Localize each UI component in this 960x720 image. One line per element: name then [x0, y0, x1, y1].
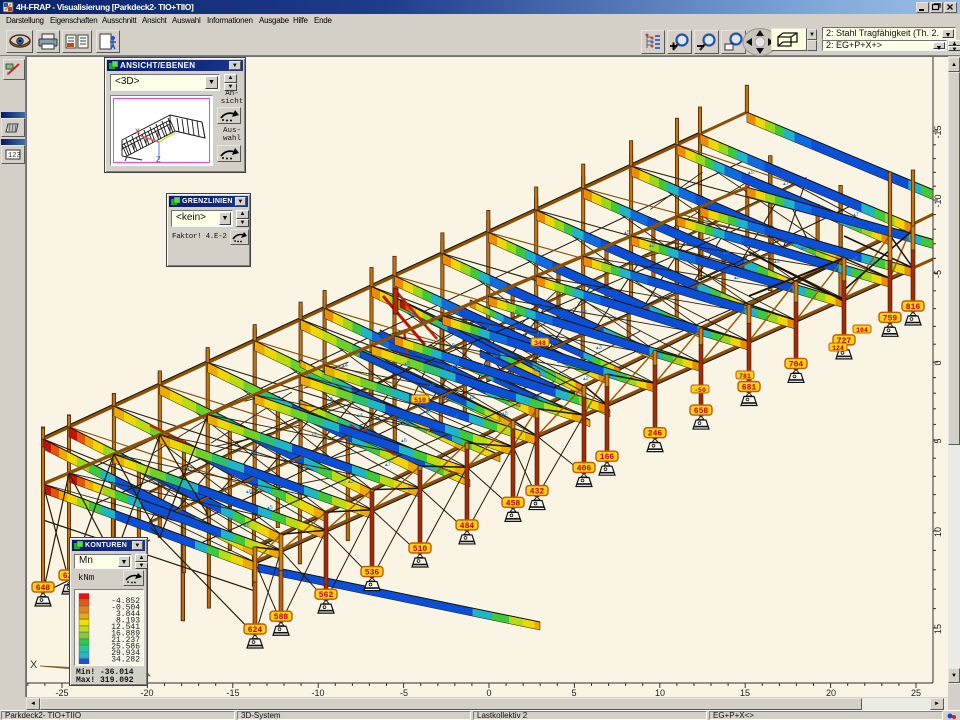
svg-text:166: 166: [600, 453, 615, 462]
svg-text:▴5: ▴5: [534, 367, 540, 373]
svg-text:104: 104: [856, 327, 868, 334]
svg-text:▴6: ▴6: [537, 330, 543, 336]
svg-text:▴5: ▴5: [748, 170, 754, 176]
svg-text:658: 658: [694, 407, 709, 416]
svg-text:-5: -5: [933, 270, 943, 278]
svg-text:▴4: ▴4: [482, 362, 488, 368]
svg-text:536: 536: [365, 569, 380, 578]
svg-text:Z: Z: [156, 156, 161, 164]
svg-text:781: 781: [739, 373, 751, 380]
svg-text:10: 10: [655, 688, 665, 698]
svg-text:▴2: ▴2: [801, 245, 807, 251]
svg-text:-25: -25: [55, 688, 68, 698]
svg-text:▴2: ▴2: [469, 395, 475, 401]
svg-text:-50: -50: [694, 387, 706, 394]
svg-text:▴2: ▴2: [493, 353, 499, 359]
svg-text:704: 704: [789, 360, 804, 369]
svg-text:624: 624: [248, 626, 263, 635]
svg-text:562: 562: [319, 591, 334, 600]
svg-text:0: 0: [486, 688, 491, 698]
svg-text:▴8: ▴8: [734, 275, 740, 281]
svg-text:▴5: ▴5: [502, 411, 508, 417]
svg-text:▴6: ▴6: [246, 489, 252, 495]
svg-text:▴4: ▴4: [342, 363, 348, 369]
svg-text:432: 432: [530, 488, 545, 497]
svg-text:▴2: ▴2: [311, 432, 317, 438]
svg-text:▴2: ▴2: [649, 243, 655, 249]
svg-text:681: 681: [742, 384, 757, 393]
svg-text:510: 510: [414, 397, 426, 404]
svg-text:▴9: ▴9: [486, 326, 492, 332]
svg-text:15: 15: [740, 688, 750, 698]
svg-text:588: 588: [274, 613, 289, 622]
svg-text:246: 246: [648, 430, 663, 439]
svg-text:34.282: 34.282: [111, 656, 140, 665]
svg-text:5: 5: [933, 438, 943, 443]
svg-text:▴2: ▴2: [581, 310, 587, 316]
svg-text:▴6: ▴6: [512, 310, 518, 316]
svg-text:▴3: ▴3: [348, 479, 354, 485]
svg-text:X: X: [135, 128, 140, 137]
svg-text:▴9: ▴9: [774, 259, 780, 265]
svg-text:-5: -5: [400, 688, 408, 698]
svg-text:0: 0: [933, 360, 943, 365]
svg-text:X: X: [30, 659, 38, 671]
svg-text:-15: -15: [933, 125, 943, 138]
svg-text:458: 458: [506, 499, 521, 508]
svg-text:▴6: ▴6: [453, 414, 459, 420]
svg-text:348: 348: [534, 340, 546, 347]
svg-text:484: 484: [460, 522, 475, 531]
svg-text:816: 816: [906, 303, 921, 312]
svg-text:▴3: ▴3: [723, 250, 729, 256]
svg-text:25: 25: [911, 688, 921, 698]
svg-text:▴7: ▴7: [783, 181, 789, 187]
svg-text:▴4: ▴4: [327, 397, 333, 403]
svg-text:759: 759: [883, 314, 898, 323]
svg-text:648: 648: [36, 584, 51, 593]
svg-text:510: 510: [413, 545, 428, 554]
svg-text:▴7: ▴7: [853, 212, 859, 218]
svg-text:20: 20: [826, 688, 836, 698]
svg-text:▴3: ▴3: [596, 345, 602, 351]
svg-text:406: 406: [577, 465, 592, 474]
svg-text:▴7: ▴7: [557, 359, 563, 365]
svg-text:-15: -15: [226, 688, 239, 698]
svg-text:▴5: ▴5: [267, 505, 273, 511]
svg-text:▴2: ▴2: [583, 376, 589, 382]
svg-text:▴4: ▴4: [739, 238, 745, 244]
svg-text:-10: -10: [311, 688, 324, 698]
svg-text:124: 124: [832, 345, 844, 352]
svg-text:▴6: ▴6: [401, 438, 407, 444]
svg-text:▴8: ▴8: [429, 383, 435, 389]
svg-text:▴7: ▴7: [385, 462, 391, 468]
svg-text:▴8: ▴8: [404, 361, 410, 367]
svg-text:▴6: ▴6: [425, 409, 431, 415]
svg-text:123: 123: [8, 152, 21, 160]
svg-text:-20: -20: [140, 688, 153, 698]
svg-text:▴4: ▴4: [451, 364, 457, 370]
svg-text:▴2: ▴2: [251, 449, 257, 455]
svg-text:▴5: ▴5: [624, 230, 630, 236]
svg-text:▴9: ▴9: [449, 343, 455, 349]
svg-text:▴7: ▴7: [187, 466, 193, 472]
svg-text:▴8: ▴8: [852, 256, 858, 262]
svg-text:5: 5: [571, 688, 576, 698]
svg-text:▴6: ▴6: [244, 523, 250, 529]
svg-text:10: 10: [933, 527, 943, 537]
svg-text:▴4: ▴4: [357, 413, 363, 419]
svg-text:15: 15: [933, 624, 943, 634]
svg-text:-10: -10: [933, 194, 943, 207]
